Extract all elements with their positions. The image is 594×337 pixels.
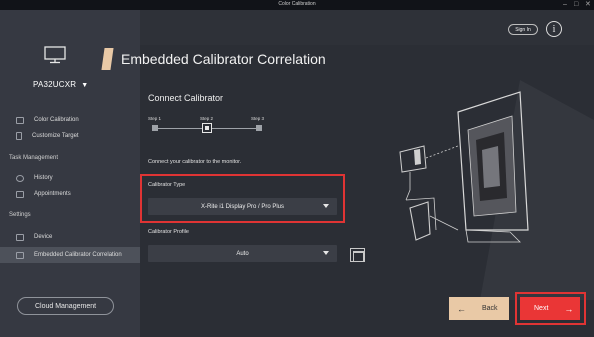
step-1-label: Step 1 [148, 116, 162, 121]
section-task-management: Task Management [9, 155, 59, 161]
sidebar-item-color-calibration[interactable]: Color Calibration [0, 112, 140, 128]
sidebar-item-embedded-calibrator-correlation[interactable]: Embedded Calibrator Correlation [0, 247, 140, 263]
calibration-icon [16, 116, 24, 124]
chevron-down-icon [323, 251, 329, 255]
close-button[interactable]: ✕ [585, 0, 591, 10]
history-icon [16, 174, 24, 182]
calendar-icon [16, 190, 24, 198]
folder-icon[interactable] [350, 248, 365, 262]
step-1-marker [152, 125, 158, 131]
arrow-left-icon: ← [457, 303, 466, 314]
caret-down-icon: ▼ [81, 82, 89, 89]
title-bar: Color Calibration – □ ✕ [0, 0, 594, 10]
section-settings: Settings [9, 212, 31, 218]
calibrator-profile-value: Auto [236, 250, 249, 257]
sidebar-item-label: Customize Target [32, 133, 79, 139]
step-2-marker [202, 123, 212, 133]
page-title: Embedded Calibrator Correlation [121, 51, 326, 67]
section-subtitle: Connect Calibrator [148, 93, 224, 103]
back-label: Back [482, 305, 498, 312]
sidebar-item-appointments[interactable]: Appointments [0, 186, 140, 202]
step-3-marker [256, 125, 262, 131]
sidebar-item-label: Appointments [34, 191, 71, 197]
monitor-calibrator-illustration [399, 80, 594, 300]
calibrator-icon [16, 251, 24, 259]
step-connector [212, 128, 256, 129]
back-button[interactable]: ← Back [449, 297, 509, 320]
step-2-label: Step 2 [200, 116, 214, 121]
target-icon [16, 132, 22, 140]
cloud-management-button[interactable]: Cloud Management [17, 297, 114, 315]
model-selector[interactable]: PA32UCXR ▼ [33, 80, 88, 89]
step-3-label: Step 3 [251, 116, 265, 121]
sidebar-item-device[interactable]: Device [0, 229, 140, 245]
sign-in-button[interactable]: Sign In [508, 24, 538, 35]
highlight-box [140, 174, 345, 223]
sidebar-item-customize-target[interactable]: Customize Target [0, 128, 140, 144]
minimize-button[interactable]: – [563, 0, 567, 10]
calibrator-profile-select[interactable]: Auto [148, 245, 337, 262]
model-name: PA32UCXR [33, 80, 77, 89]
maximize-button[interactable]: □ [574, 0, 578, 10]
calibrator-device-icon [409, 201, 431, 241]
highlight-box [515, 292, 586, 325]
monitor-icon [44, 46, 66, 64]
sidebar-item-history[interactable]: History [0, 170, 140, 186]
instruction-text: Connect your calibrator to the monitor. [148, 159, 242, 165]
sidebar-item-label: Device [34, 234, 53, 240]
sidebar-item-label: Embedded Calibrator Correlation [34, 252, 122, 258]
sidebar-item-label: History [34, 175, 53, 181]
calibrator-profile-label: Calibrator Profile [148, 229, 189, 235]
info-icon[interactable]: i [546, 21, 562, 37]
step-connector [158, 128, 202, 129]
device-icon [16, 233, 24, 241]
sidebar-item-label: Color Calibration [34, 117, 79, 123]
window-title: Color Calibration [278, 1, 316, 7]
